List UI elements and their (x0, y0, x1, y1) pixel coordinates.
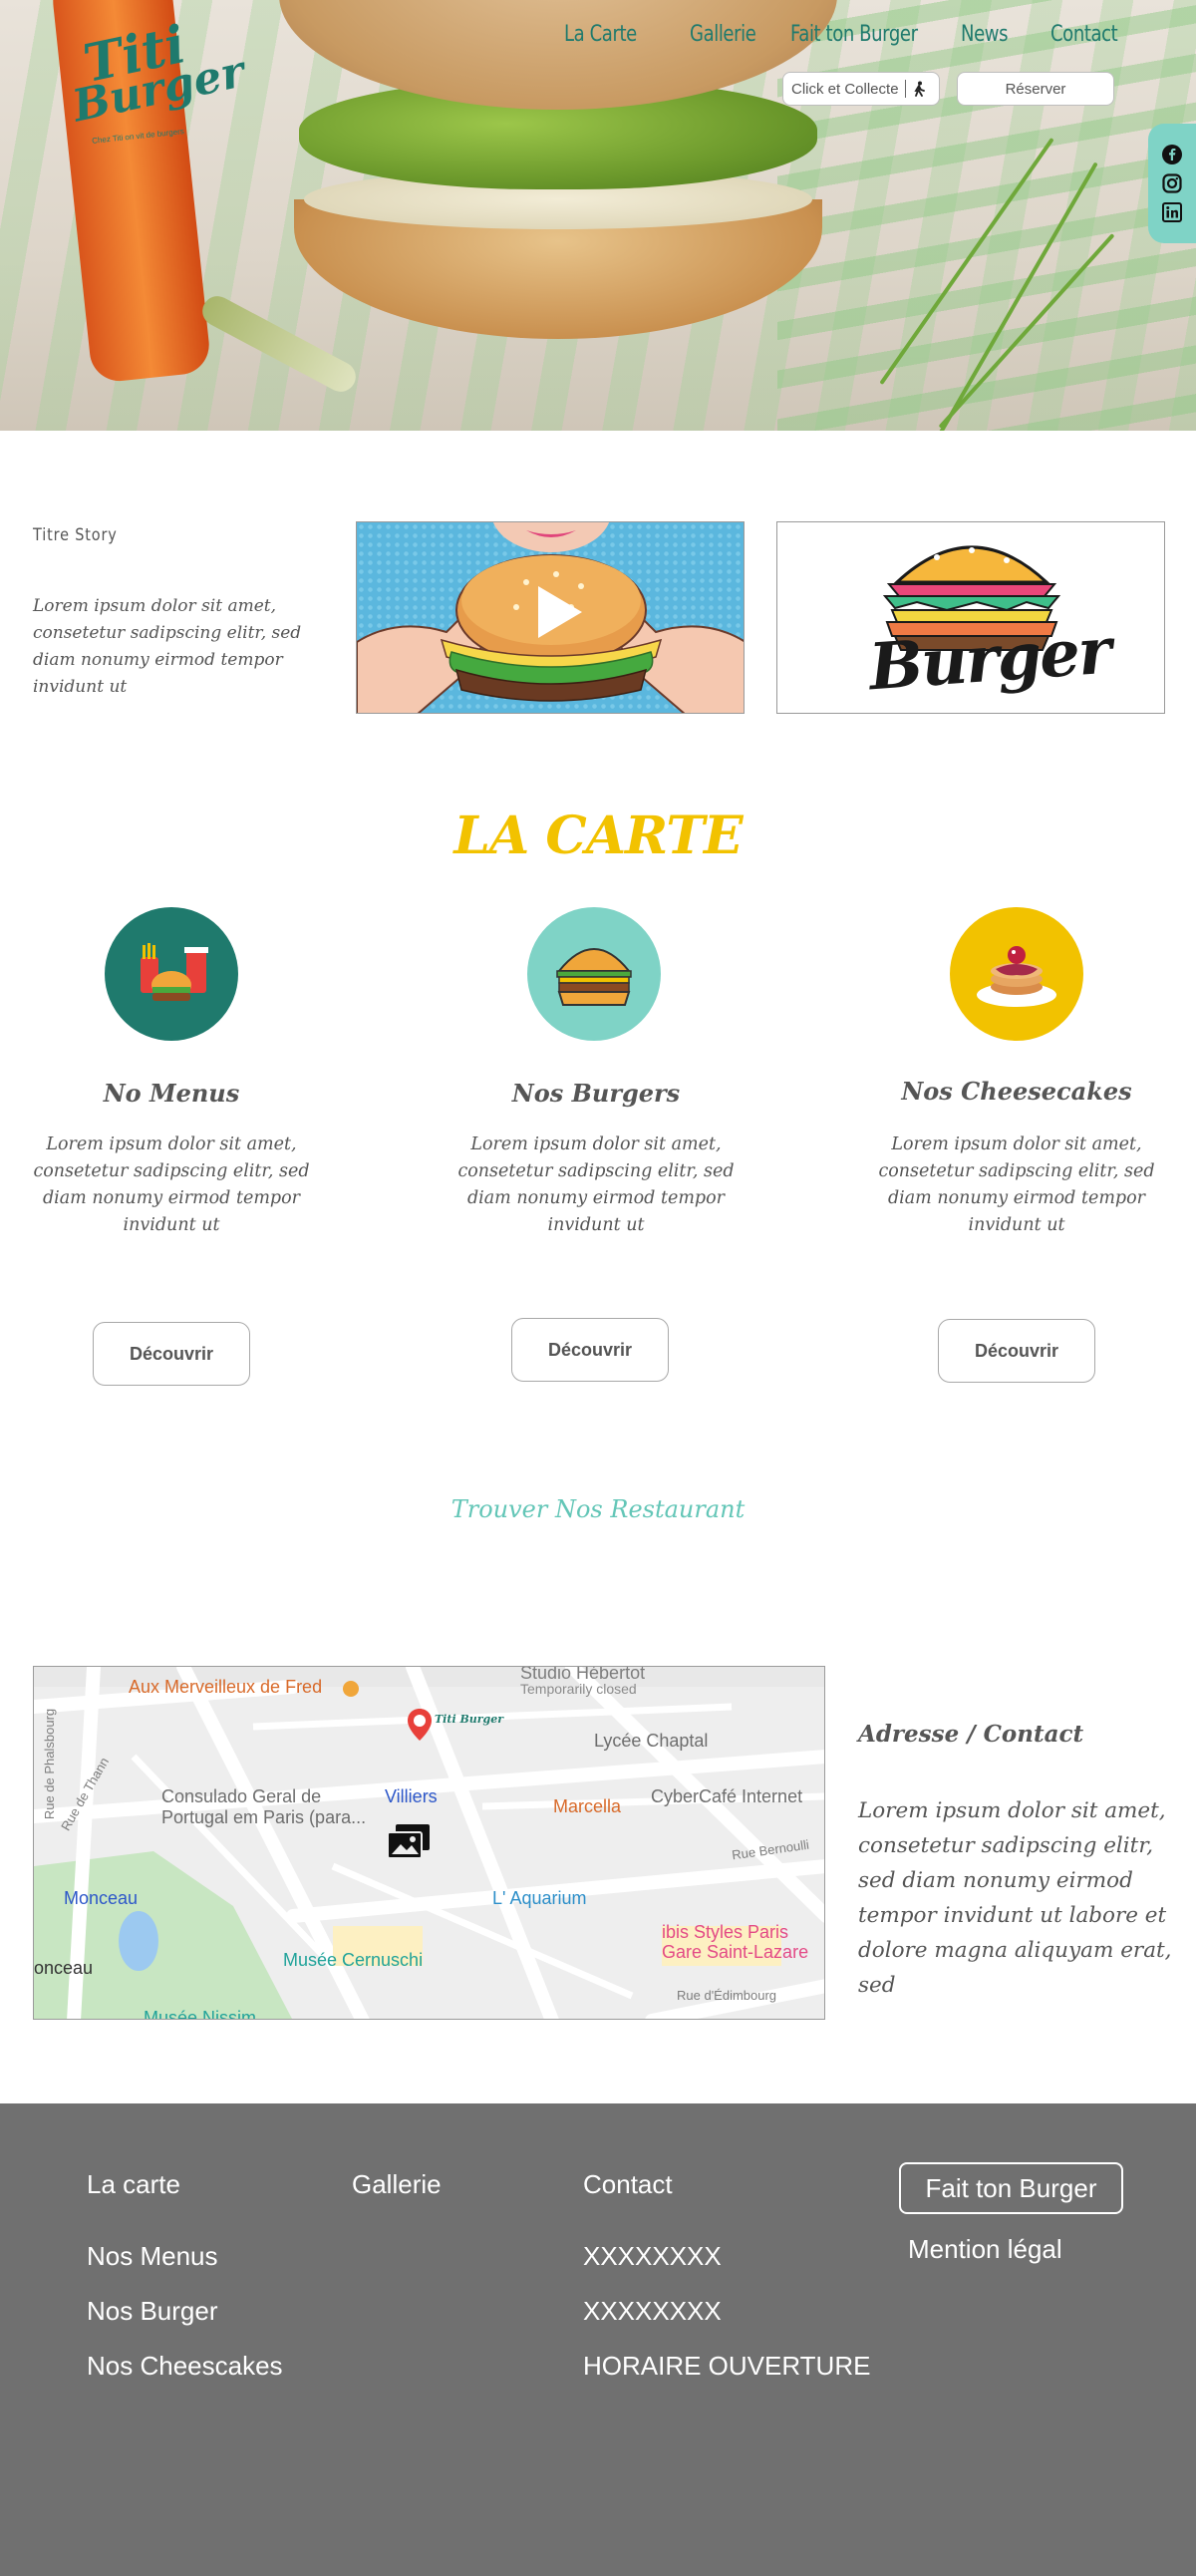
map-label-edimbourg: Rue d'Édimbourg (677, 1988, 777, 2003)
card-menus-text: Lorem ipsum dolor sit amet, consetetur s… (33, 1134, 310, 1235)
site-logo[interactable]: Titi Burger Chez Titi on vit de burgers (62, 14, 249, 146)
footer-nos-menus[interactable]: Nos Menus (87, 2241, 218, 2272)
nav-fait-ton-burger[interactable]: Fait ton Burger (790, 22, 918, 47)
story-video[interactable] (356, 521, 745, 714)
burgers-icon-circle (527, 907, 661, 1041)
napkin-stripes-right (777, 0, 1196, 431)
map-label-merveilleux: Aux Merveilleux de Fred (129, 1677, 323, 1697)
footer-fait-ton-burger-button[interactable]: Fait ton Burger (899, 2162, 1123, 2214)
contact-title: Adresse / Contact (858, 1721, 1084, 1748)
card-burgers-text: Lorem ipsum dolor sit amet, consetetur s… (457, 1134, 735, 1235)
click-collect-label: Click et Collecte (791, 80, 899, 98)
story-title: Titre Story (33, 525, 118, 545)
separator (904, 80, 906, 98)
footer-contact-line1: XXXXXXXX (583, 2241, 722, 2271)
find-restaurants-title: Trouver Nos Restaurant (450, 1495, 746, 1523)
map-label-onceau: onceau (34, 1958, 94, 1978)
facebook-icon[interactable] (1162, 145, 1182, 164)
restaurant-map[interactable]: Aux Merveilleux de Fred Studio Hébertot … (33, 1666, 825, 2020)
map-label-cernuschi: Musée Cernuschi (283, 1950, 424, 1970)
map-label-villiers: Villiers (385, 1786, 438, 1806)
nav-la-carte[interactable]: La Carte (564, 22, 637, 47)
discover-menus-button[interactable]: Découvrir (93, 1322, 250, 1386)
map-label-cybercafe: CyberCafé Internet (651, 1786, 803, 1806)
card-cheesecakes-text: Lorem ipsum dolor sit amet, consetetur s… (878, 1134, 1155, 1235)
map-label-nissim: Musée Nissim (144, 2008, 257, 2020)
reserve-button[interactable]: Réserver (957, 72, 1114, 106)
map-label-portugal: Portugal em Paris (para... (161, 1807, 367, 1827)
map-label-gare: Gare Saint-Lazare (662, 1942, 809, 1962)
instagram-icon[interactable] (1162, 173, 1182, 193)
map-label-aquarium: L' Aquarium (492, 1888, 587, 1908)
footer-nos-burger[interactable]: Nos Burger (87, 2296, 218, 2327)
footer-mention-legal[interactable]: Mention légal (908, 2234, 1062, 2265)
map-label-monceau: Monceau (64, 1888, 139, 1908)
nav-contact[interactable]: Contact (1050, 22, 1118, 47)
carte-title: LA CARTE (453, 805, 743, 866)
cheesecakes-icon-circle (950, 907, 1083, 1041)
footer-contact-line2: XXXXXXXX (583, 2296, 722, 2326)
cheesecake-icon (977, 946, 1056, 1007)
map-label-ibis: ibis Styles Paris (662, 1922, 789, 1942)
footer-gallerie[interactable]: Gallerie (352, 2169, 442, 2200)
map-label-closed: Temporarily closed (520, 1681, 637, 1697)
burger-icon (556, 948, 632, 1006)
nav-news[interactable]: News (961, 22, 1009, 47)
map-pin-label: Titi Burger (435, 1713, 504, 1726)
social-bar (1148, 124, 1196, 243)
burger-logo-image: Burger (776, 521, 1165, 714)
map-label-phalsbourg: Rue de Phalsbourg (42, 1708, 58, 1820)
play-icon[interactable] (528, 582, 588, 642)
map-label-consulado: Consulado Geral de (161, 1786, 322, 1806)
map-label-lycee: Lycée Chaptal (594, 1731, 709, 1751)
gallery-icon[interactable] (388, 1824, 430, 1858)
card-menus-title: No Menus (103, 1079, 240, 1108)
menus-icon (141, 943, 208, 1001)
footer-fait-ton-burger-label: Fait ton Burger (925, 2172, 1097, 2203)
map-label-marcella: Marcella (553, 1796, 622, 1816)
click-collect-button[interactable]: Click et Collecte (782, 72, 940, 106)
restaurant-pin-icon (343, 1681, 359, 1697)
logo-tagline: Chez Titi on vit de burgers (91, 127, 185, 146)
map-marker-icon[interactable] (408, 1709, 432, 1741)
nav-gallerie[interactable]: Gallerie (690, 22, 756, 47)
contact-text: Lorem ipsum dolor sit amet, consetetur s… (858, 1798, 1172, 1998)
reserve-label: Réserver (1005, 80, 1066, 98)
linkedin-icon[interactable] (1162, 202, 1182, 222)
discover-cheesecakes-button[interactable]: Découvrir (938, 1319, 1095, 1383)
card-burgers-title: Nos Burgers (511, 1079, 681, 1108)
footer-contact[interactable]: Contact (583, 2169, 673, 2200)
discover-burgers-button[interactable]: Découvrir (511, 1318, 669, 1382)
footer-nos-cheescakes[interactable]: Nos Cheescakes (87, 2351, 283, 2382)
footer-opening-hours: HORAIRE OUVERTURE (583, 2351, 871, 2381)
card-cheesecakes-title: Nos Cheesecakes (901, 1077, 1132, 1106)
walking-person-icon (913, 81, 925, 97)
menus-icon-circle (105, 907, 238, 1041)
footer-la-carte[interactable]: La carte (87, 2169, 180, 2200)
story-text: Lorem ipsum dolor sit amet, consetetur s… (33, 596, 302, 697)
